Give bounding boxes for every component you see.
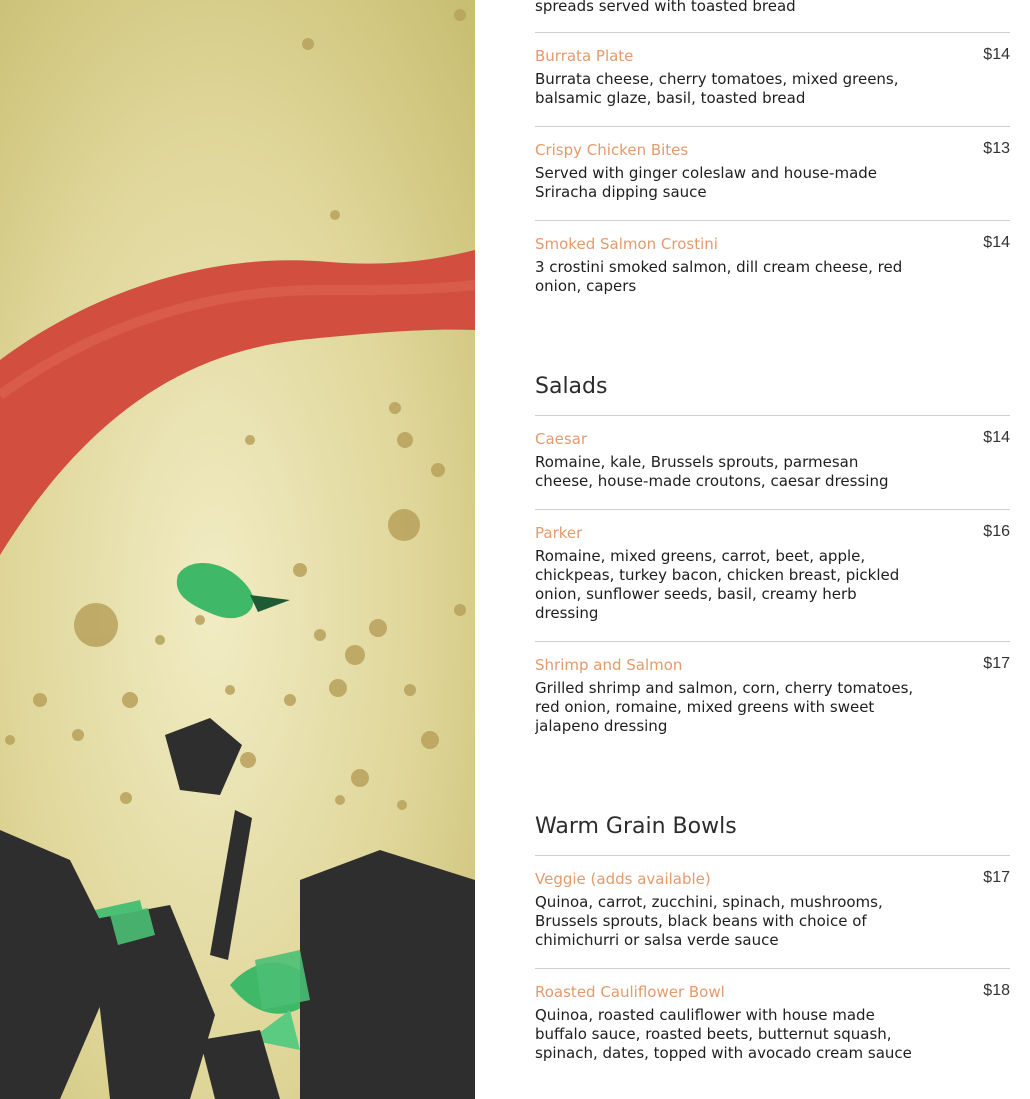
menu-panel: spreads served with toasted bread Burrat… xyxy=(535,0,1010,1099)
menu-item-price: $17 xyxy=(983,655,1010,672)
menu-item-description: Grilled shrimp and salmon, corn, cherry … xyxy=(535,679,914,735)
menu-item: Caesar Romaine, kale, Brussels sprouts, … xyxy=(535,415,1010,510)
menu-item-price: $18 xyxy=(983,982,1010,999)
menu-item-price: $17 xyxy=(983,869,1010,886)
menu-item: Shrimp and Salmon Grilled shrimp and sal… xyxy=(535,641,1010,762)
menu-item-description: Quinoa, carrot, zucchini, spinach, mushr… xyxy=(535,893,883,949)
menu-item-name: Roasted Cauliflower Bowl xyxy=(535,983,725,1001)
menu-item: Veggie (adds available) Quinoa, carrot, … xyxy=(535,855,1010,969)
menu-item-description: Burrata cheese, cherry tomatoes, mixed g… xyxy=(535,70,899,107)
menu-item-price: $16 xyxy=(983,523,1010,540)
menu-item-price: $13 xyxy=(983,140,1010,157)
menu-item: Roasted Cauliflower Bowl Quinoa, roasted… xyxy=(535,968,1010,1099)
menu-item-name: Crispy Chicken Bites xyxy=(535,141,689,159)
menu-item-description: Romaine, kale, Brussels sprouts, parmesa… xyxy=(535,453,889,490)
menu-item-name: Burrata Plate xyxy=(535,47,634,65)
food-photo-soup-closeup-icon xyxy=(0,0,475,1099)
menu-item-price: $14 xyxy=(983,429,1010,446)
menu-item-description: Romaine, mixed greens, carrot, beet, app… xyxy=(535,547,900,622)
menu-item-description: 3 crostini smoked salmon, dill cream che… xyxy=(535,258,903,295)
menu-item-description: Served with ginger coleslaw and house-ma… xyxy=(535,164,878,201)
menu-item-name: Shrimp and Salmon xyxy=(535,656,683,674)
menu-item: Burrata Plate Burrata cheese, cherry tom… xyxy=(535,32,1010,127)
menu-item: Crispy Chicken Bites Served with ginger … xyxy=(535,126,1010,221)
menu-item-name: Parker xyxy=(535,524,583,542)
section-title-warm-grain-bowls: Warm Grain Bowls xyxy=(535,814,737,839)
menu-item: Smoked Salmon Crostini 3 crostini smoked… xyxy=(535,220,1010,315)
menu-item-name: Veggie (adds available) xyxy=(535,870,711,888)
menu-item-name: Caesar xyxy=(535,430,588,448)
menu-item-price: $14 xyxy=(983,46,1010,63)
menu-item-price: $14 xyxy=(983,234,1010,251)
hero-food-image xyxy=(0,0,475,1099)
menu-item-description: Quinoa, roasted cauliflower with house m… xyxy=(535,1006,912,1062)
menu-item: Parker Romaine, mixed greens, carrot, be… xyxy=(535,509,1010,642)
section-title-salads: Salads xyxy=(535,374,608,399)
menu-item-name: Smoked Salmon Crostini xyxy=(535,235,718,253)
previous-item-description: spreads served with toasted bread xyxy=(535,0,796,15)
